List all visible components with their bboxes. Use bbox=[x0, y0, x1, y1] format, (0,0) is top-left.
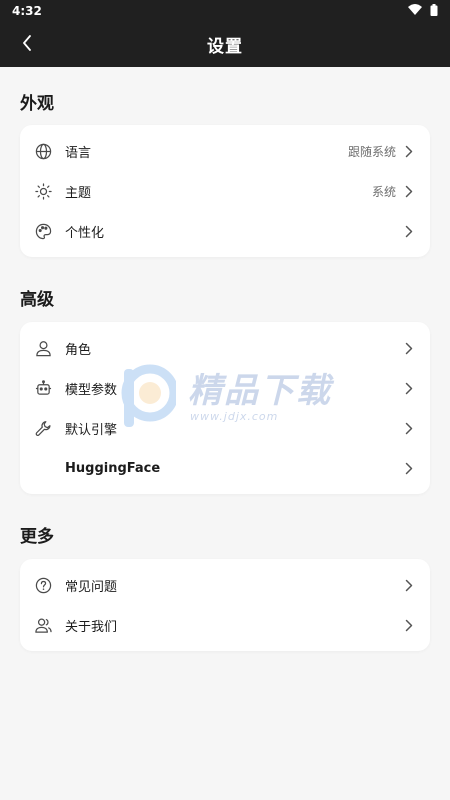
person-icon bbox=[34, 339, 52, 357]
question-icon bbox=[34, 576, 52, 594]
settings-item-faq[interactable]: 常见问题 bbox=[20, 565, 430, 605]
status-bar: 4:32 bbox=[0, 0, 450, 22]
settings-item-huggingface[interactable]: HuggingFace bbox=[20, 448, 430, 488]
settings-item-personalization[interactable]: 个性化 bbox=[20, 211, 430, 251]
appearance-card: 语言 跟随系统 主题 系统 个性化 bbox=[20, 125, 430, 257]
settings-content: 外观 语言 跟随系统 主题 系统 个性化 高级 角色 模型参数 默认引擎 Hug… bbox=[0, 67, 450, 651]
status-time: 4:32 bbox=[12, 4, 42, 18]
chevron-right-icon bbox=[404, 578, 414, 592]
settings-item-label: 模型参数 bbox=[65, 382, 118, 398]
chevron-right-icon bbox=[404, 618, 414, 632]
chevron-right-icon bbox=[404, 381, 414, 395]
people-icon bbox=[34, 616, 52, 634]
settings-item-label: HuggingFace bbox=[65, 460, 161, 476]
settings-item-role[interactable]: 角色 bbox=[20, 328, 430, 368]
sun-icon bbox=[34, 182, 52, 200]
robot-icon bbox=[34, 379, 52, 397]
settings-item-value: 系统 bbox=[371, 184, 396, 199]
section-title-appearance: 外观 bbox=[20, 94, 54, 114]
settings-item-label: 常见问题 bbox=[65, 579, 118, 595]
settings-item-theme[interactable]: 主题 系统 bbox=[20, 171, 430, 211]
settings-item-language[interactable]: 语言 跟随系统 bbox=[20, 131, 430, 171]
app-bar: 设置 bbox=[0, 22, 450, 67]
chevron-right-icon bbox=[404, 184, 414, 198]
chevron-right-icon bbox=[404, 461, 414, 475]
back-button[interactable] bbox=[10, 28, 44, 62]
settings-item-label: 语言 bbox=[65, 145, 92, 161]
settings-item-label: 默认引擎 bbox=[65, 422, 118, 438]
settings-item-label: 个性化 bbox=[65, 225, 105, 241]
settings-item-label: 主题 bbox=[65, 185, 92, 201]
chevron-right-icon bbox=[404, 421, 414, 435]
battery-icon bbox=[430, 3, 438, 19]
chevron-right-icon bbox=[404, 144, 414, 158]
wifi-icon bbox=[408, 4, 422, 18]
section-title-more: 更多 bbox=[20, 527, 54, 547]
wrench-icon bbox=[34, 419, 52, 437]
chevron-right-icon bbox=[404, 341, 414, 355]
page-title: 设置 bbox=[207, 37, 243, 57]
settings-item-label: 关于我们 bbox=[65, 619, 118, 635]
chevron-left-icon bbox=[22, 35, 32, 55]
advanced-card: 角色 模型参数 默认引擎 HuggingFace bbox=[20, 322, 430, 494]
settings-item-value: 跟随系统 bbox=[347, 144, 396, 159]
more-card: 常见问题 关于我们 bbox=[20, 559, 430, 651]
palette-icon bbox=[34, 222, 52, 240]
settings-item-model-params[interactable]: 模型参数 bbox=[20, 368, 430, 408]
section-title-advanced: 高级 bbox=[20, 290, 54, 310]
settings-item-label: 角色 bbox=[65, 342, 92, 358]
settings-item-about[interactable]: 关于我们 bbox=[20, 605, 430, 645]
settings-item-default-engine[interactable]: 默认引擎 bbox=[20, 408, 430, 448]
globe-icon bbox=[34, 142, 52, 160]
blank-icon-slot bbox=[34, 459, 52, 477]
chevron-right-icon bbox=[404, 224, 414, 238]
